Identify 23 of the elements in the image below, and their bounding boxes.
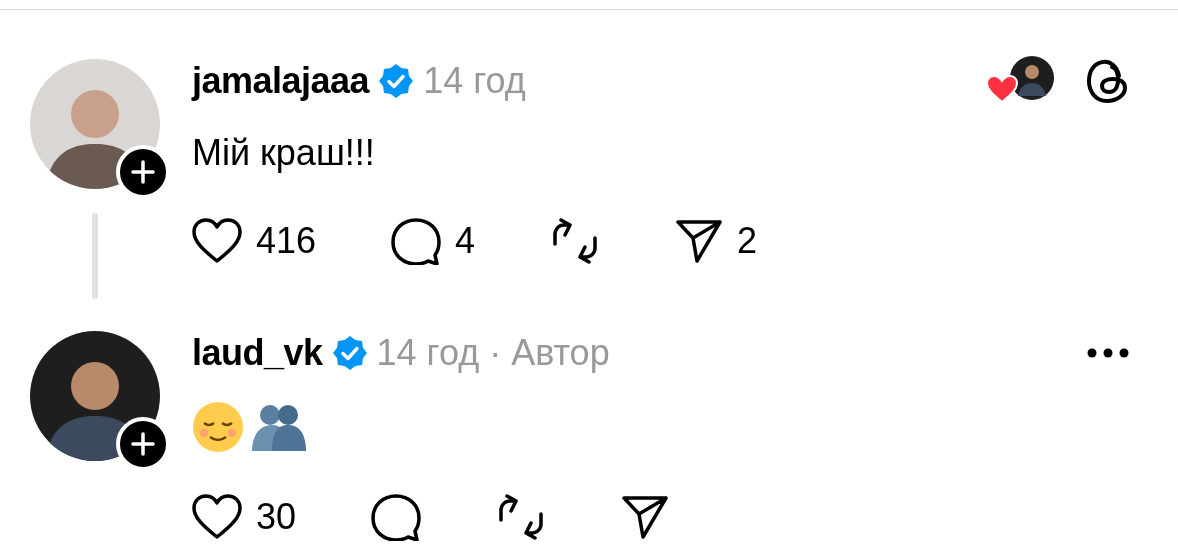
send-icon [675, 218, 724, 264]
author-label: · Автор [489, 332, 610, 374]
username[interactable]: jamalajaaa [192, 60, 370, 102]
reply-button[interactable]: 4 [391, 217, 476, 265]
speech-bubble-icon [371, 493, 422, 541]
more-options-icon[interactable] [1086, 347, 1130, 359]
like-button[interactable]: 416 [192, 218, 317, 264]
plus-icon [130, 159, 156, 185]
post-time: 14 год [376, 332, 480, 374]
relieved-face-icon [192, 401, 244, 453]
share-button[interactable]: 2 [675, 218, 758, 264]
username[interactable]: laud_vk [192, 332, 323, 374]
send-icon [621, 494, 670, 540]
hugging-people-icon [250, 403, 308, 451]
verified-badge-icon [332, 336, 367, 370]
share-button[interactable] [621, 494, 670, 540]
post-text: Мій краш!!! [192, 131, 376, 175]
like-button[interactable]: 30 [192, 494, 297, 540]
post-time: 14 год [423, 60, 526, 102]
plus-icon [130, 431, 156, 457]
verified-badge-icon [379, 64, 414, 98]
speech-bubble-icon [391, 217, 442, 265]
reply-button[interactable] [371, 493, 422, 541]
